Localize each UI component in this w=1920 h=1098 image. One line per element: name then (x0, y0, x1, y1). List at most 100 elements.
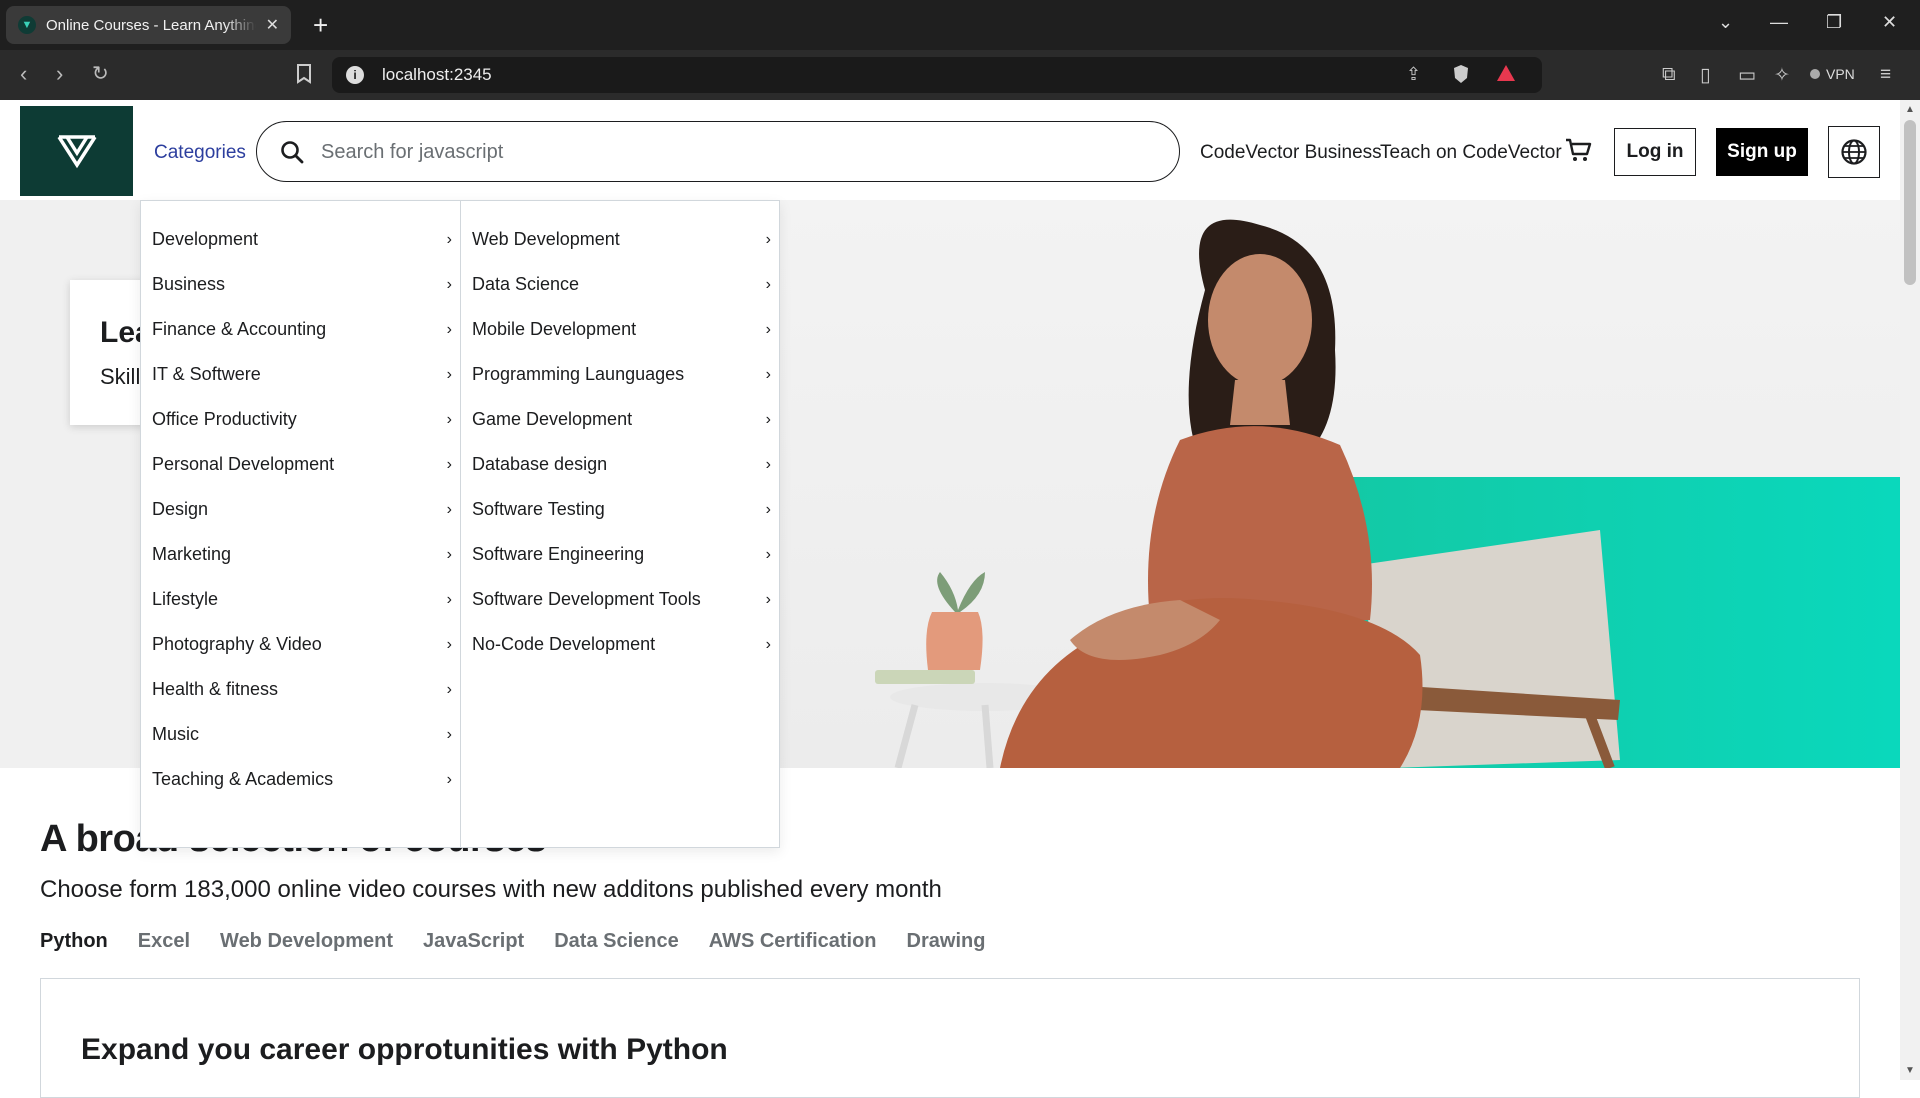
submenu-item-label: Game Development (472, 409, 633, 429)
scrollbar-thumb[interactable] (1904, 120, 1916, 285)
menu-item-business[interactable]: Business › (141, 262, 460, 307)
codevector-logo[interactable] (20, 106, 133, 196)
tab-title: Online Courses - Learn Anything (46, 16, 256, 34)
page-scrollbar[interactable]: ▲ ▼ (1900, 100, 1920, 1080)
share-icon[interactable]: ⇪ (1406, 64, 1421, 85)
close-window-icon[interactable]: ✕ (1882, 12, 1897, 33)
chevron-right-icon: › (446, 680, 452, 698)
leo-ai-icon[interactable]: ✧ (1774, 64, 1790, 87)
minimize-icon[interactable]: — (1770, 12, 1788, 33)
menu-item-personal-development[interactable]: Personal Development › (141, 442, 460, 487)
menu-item-lifestyle[interactable]: Lifestyle › (141, 577, 460, 622)
address-bar[interactable]: i localhost:2345 ⇪ (332, 57, 1542, 93)
teach-link[interactable]: Teach on CodeVector (1380, 142, 1562, 164)
topic-tab-aws-certification[interactable]: AWS Certification (709, 930, 877, 953)
business-link[interactable]: CodeVector Business (1200, 142, 1382, 164)
chevron-right-icon: › (446, 770, 452, 788)
categories-menu-trigger[interactable]: Categories (154, 142, 246, 164)
scroll-down-arrow-icon[interactable]: ▼ (1905, 1065, 1915, 1076)
submenu-item-database-design[interactable]: Database design › (461, 442, 779, 487)
brave-rewards-icon[interactable] (1496, 64, 1516, 87)
chevron-right-icon: › (765, 590, 771, 608)
chevron-right-icon: › (446, 455, 452, 473)
topic-tab-drawing[interactable]: Drawing (907, 930, 986, 953)
reload-icon[interactable]: ↻ (92, 63, 109, 85)
submenu-item-software-engineering[interactable]: Software Engineering › (461, 532, 779, 577)
search-icon[interactable] (279, 139, 305, 170)
menu-item-label: Office Productivity (152, 409, 297, 429)
submenu-item-data-science[interactable]: Data Science › (461, 262, 779, 307)
chevron-right-icon: › (446, 320, 452, 338)
tab-list-chevron-down-icon[interactable]: ⌄ (1718, 12, 1733, 33)
menu-item-office-productivity[interactable]: Office Productivity › (141, 397, 460, 442)
search-input[interactable] (321, 136, 1141, 168)
hero-card-subtitle: Skill (100, 364, 141, 389)
site-favicon-icon: ▼ (18, 16, 36, 34)
browser-tab-bar: ▼ Online Courses - Learn Anything ✕ + ⌄ … (0, 0, 1920, 50)
submenu-item-game-development[interactable]: Game Development › (461, 397, 779, 442)
vpn-button[interactable]: VPN (1810, 66, 1855, 82)
menu-item-label: Business (152, 274, 226, 294)
menu-item-health-fitness[interactable]: Health & fitness › (141, 667, 460, 712)
submenu-item-web-development[interactable]: Web Development › (461, 217, 779, 262)
menu-item-design[interactable]: Design › (141, 487, 460, 532)
menu-item-photography-video[interactable]: Photography & Video › (141, 622, 460, 667)
submenu-item-mobile-development[interactable]: Mobile Development › (461, 307, 779, 352)
chevron-right-icon: › (446, 230, 452, 248)
course-panel-title: Expand you career opprotunities with Pyt… (81, 1033, 728, 1066)
signup-button[interactable]: Sign up (1716, 128, 1808, 176)
topic-tab-data-science[interactable]: Data Science (554, 930, 679, 953)
submenu-item-no-code-development[interactable]: No-Code Development › (461, 622, 779, 667)
login-button[interactable]: Log in (1614, 128, 1696, 176)
cart-icon[interactable] (1564, 136, 1592, 169)
chevron-right-icon: › (765, 545, 771, 563)
submenu-item-software-development-tools[interactable]: Software Development Tools › (461, 577, 779, 622)
extensions-icon[interactable]: ⧉ (1662, 64, 1676, 86)
chevron-right-icon: › (765, 365, 771, 383)
submenu-item-label: Data Science (472, 274, 580, 294)
topic-tab-javascript[interactable]: JavaScript (423, 930, 524, 953)
menu-item-teaching-academics[interactable]: Teaching & Academics › (141, 757, 460, 802)
menu-item-music[interactable]: Music › (141, 712, 460, 757)
subcategories-column: Web Development › Data Science › Mobile De… (460, 201, 779, 847)
search-bar[interactable] (256, 121, 1180, 182)
menu-item-label: Finance & Accounting (152, 319, 327, 339)
submenu-item-label: Programming Launguages (472, 364, 685, 384)
language-globe-icon[interactable] (1828, 126, 1880, 178)
restore-icon[interactable]: ❐ (1826, 12, 1842, 33)
chevron-right-icon: › (446, 365, 452, 383)
topic-tab-web-development[interactable]: Web Development (220, 930, 393, 953)
menu-item-finance-accounting[interactable]: Finance & Accounting › (141, 307, 460, 352)
submenu-item-programming-languages[interactable]: Programming Launguages › (461, 352, 779, 397)
chevron-right-icon: › (446, 635, 452, 653)
topic-tab-python[interactable]: Python (40, 930, 108, 953)
sidebar-icon[interactable]: ▯ (1700, 64, 1710, 87)
wallet-icon[interactable]: ▭ (1738, 64, 1756, 87)
browser-tab[interactable]: ▼ Online Courses - Learn Anything ✕ (6, 6, 291, 44)
menu-item-label: IT & Softwere (152, 364, 261, 384)
menu-icon[interactable]: ≡ (1880, 64, 1891, 86)
submenu-item-label: Software Testing (472, 499, 605, 519)
menu-item-label: Development (152, 229, 259, 249)
site-info-icon[interactable]: i (346, 66, 364, 84)
topic-tab-excel[interactable]: Excel (138, 930, 190, 953)
new-tab-icon[interactable]: + (313, 10, 328, 40)
browser-toolbar: ‹ › ↻ i localhost:2345 ⇪ ⧉ ▯ ▭ ✧ VPN ≡ (0, 50, 1920, 100)
bookmark-icon[interactable] (296, 64, 312, 89)
chevron-right-icon: › (765, 230, 771, 248)
back-icon[interactable]: ‹ (20, 63, 27, 85)
scroll-up-arrow-icon[interactable]: ▲ (1905, 104, 1915, 115)
forward-icon[interactable]: › (56, 63, 63, 85)
menu-item-label: Marketing (152, 544, 232, 564)
course-panel: Expand you career opprotunities with Pyt… (40, 978, 1860, 1098)
close-tab-icon[interactable]: ✕ (266, 15, 279, 35)
menu-item-development[interactable]: Development › (141, 217, 460, 262)
submenu-item-label: Database design (472, 454, 608, 474)
menu-item-marketing[interactable]: Marketing › (141, 532, 460, 577)
submenu-item-software-testing[interactable]: Software Testing › (461, 487, 779, 532)
menu-item-it-software[interactable]: IT & Softwere › (141, 352, 460, 397)
submenu-item-label: Web Development (472, 229, 620, 249)
brave-shield-icon[interactable] (1452, 64, 1470, 89)
submenu-item-label: Mobile Development (472, 319, 637, 339)
menu-item-label: Health & fitness (152, 679, 279, 699)
